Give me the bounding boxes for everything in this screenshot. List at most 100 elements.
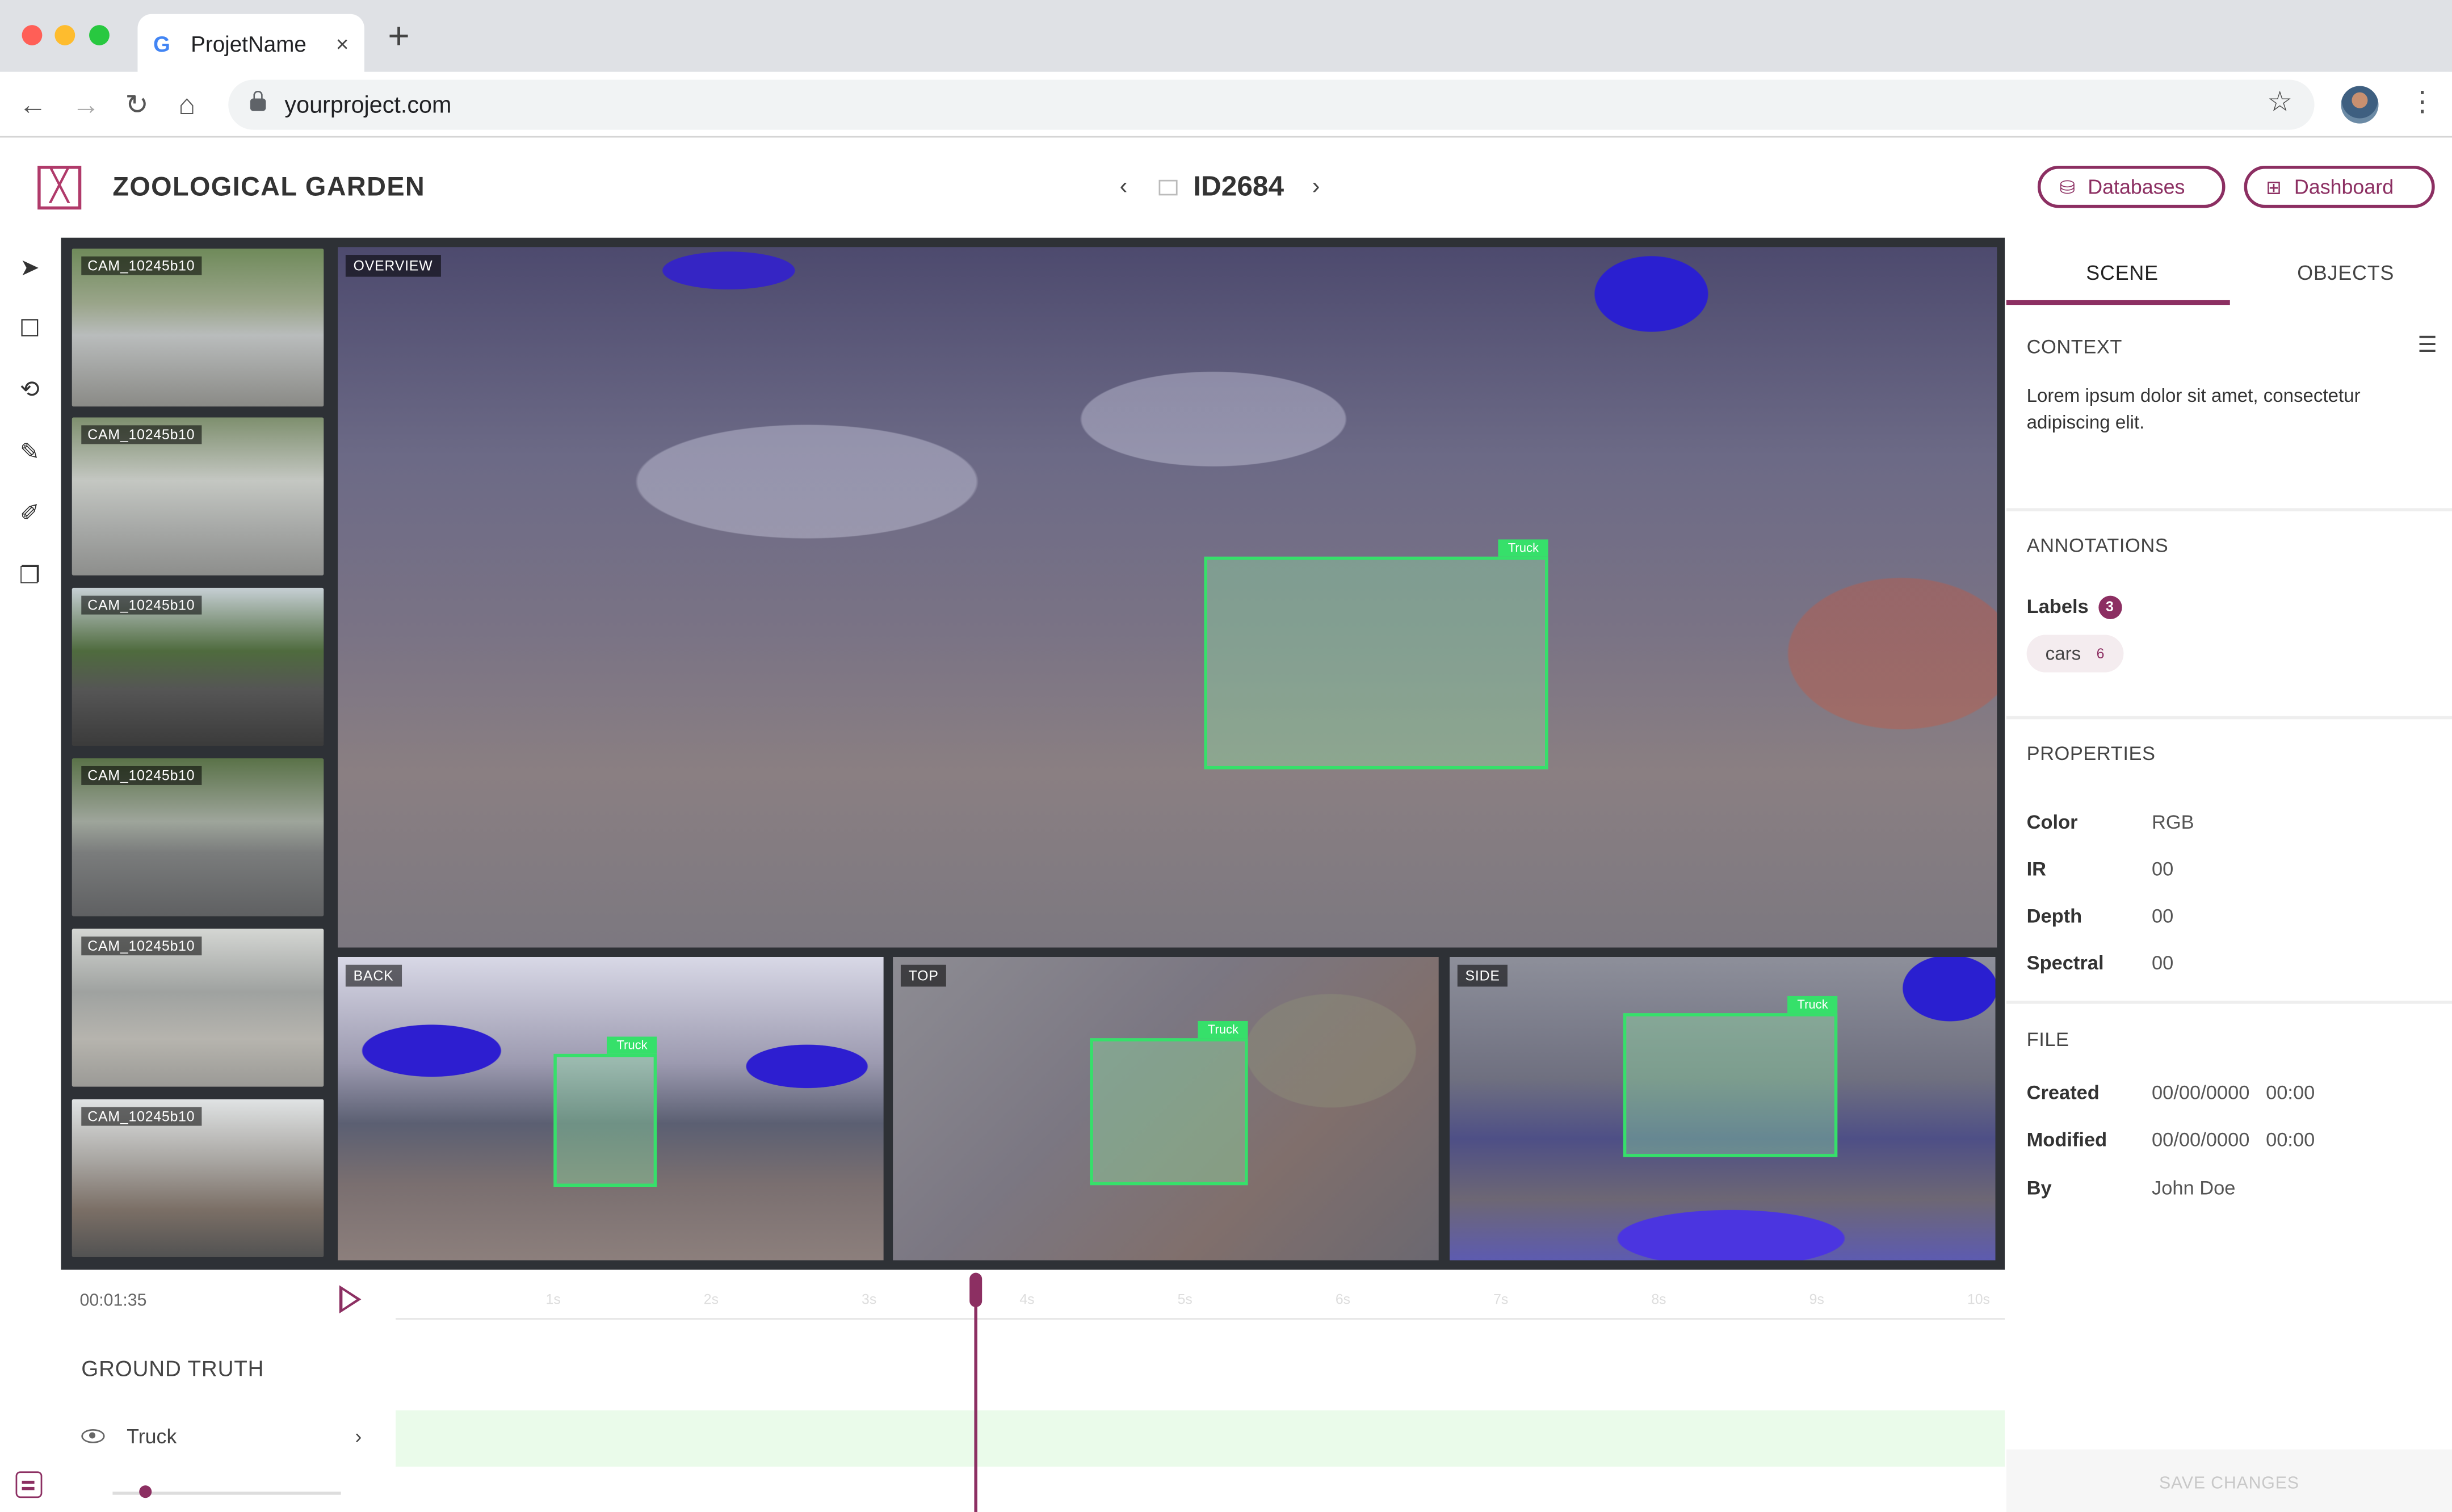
labels-count-badge: 3 xyxy=(2098,595,2122,619)
eye-icon[interactable] xyxy=(81,1429,105,1443)
overview-label: OVERVIEW xyxy=(345,255,441,277)
polyline-tool-icon[interactable]: ⟲ xyxy=(16,377,44,405)
close-window-button[interactable] xyxy=(22,25,43,45)
bbox-tag: Truck xyxy=(607,1036,657,1054)
tab-title: ProjetName xyxy=(191,30,306,56)
timeline-tick: 9s xyxy=(1809,1291,1824,1308)
reload-icon[interactable]: ↻ xyxy=(125,86,149,124)
timeline-tick: 8s xyxy=(1651,1291,1666,1308)
back-arrow-icon[interactable]: ← xyxy=(19,86,47,124)
camera-thumbnail[interactable]: CAM_10245b10 xyxy=(72,417,324,576)
top-label: TOP xyxy=(900,964,947,987)
file-key: Created xyxy=(2026,1082,2100,1104)
camera-label: CAM_10245b10 xyxy=(81,595,201,615)
tab-scene[interactable]: SCENE xyxy=(2086,261,2159,284)
annotations-heading: ANNOTATIONS xyxy=(2026,535,2169,557)
back-pane[interactable]: BACK Truck xyxy=(338,956,884,1261)
camera-thumbnail[interactable]: CAM_10245b10 xyxy=(72,249,324,407)
truck-bounding-box[interactable]: Truck xyxy=(553,1036,657,1187)
settings-sliders-icon[interactable]: ☰ xyxy=(2417,331,2437,358)
image-icon xyxy=(1158,179,1178,195)
camera-thumbnail[interactable]: CAM_10245b10 xyxy=(72,758,324,917)
minimize-window-button[interactable] xyxy=(54,25,75,45)
magic-brush-icon[interactable]: ✐ xyxy=(16,501,44,529)
side-label: SIDE xyxy=(1457,964,1508,987)
zoom-slider-handle[interactable] xyxy=(139,1485,152,1498)
browser-tab[interactable]: G ProjetName × xyxy=(137,14,364,72)
next-record-icon[interactable]: › xyxy=(1312,174,1320,200)
browser-tab-bar: G ProjetName × + xyxy=(0,0,2452,72)
url-field[interactable]: yourproject.com ☆ xyxy=(228,79,2315,130)
play-icon[interactable] xyxy=(339,1285,362,1314)
file-value: 00/00/0000 00:00 xyxy=(2152,1082,2315,1104)
zoom-window-button[interactable] xyxy=(89,25,110,45)
chevron-right-icon[interactable]: › xyxy=(355,1425,362,1448)
back-label: BACK xyxy=(345,964,402,987)
prev-record-icon[interactable]: ‹ xyxy=(1120,174,1128,200)
property-key: Spectral xyxy=(2026,952,2104,975)
chip-count: 6 xyxy=(2096,645,2105,662)
profile-avatar[interactable] xyxy=(2341,86,2379,124)
home-icon[interactable]: ⌂ xyxy=(178,86,195,124)
chip-label: cars xyxy=(2045,642,2081,665)
property-key: Depth xyxy=(2026,905,2082,927)
bookmark-star-icon[interactable]: ☆ xyxy=(2268,86,2293,119)
record-id: ID2684 xyxy=(1193,170,1284,202)
truck-bounding-box[interactable]: Truck xyxy=(1204,539,1548,770)
active-tab-indicator xyxy=(2006,300,2230,305)
playhead[interactable] xyxy=(975,1279,979,1512)
side-pane[interactable]: SIDE Truck xyxy=(1449,956,1996,1261)
select-cursor-icon[interactable]: ➤ xyxy=(16,255,44,283)
truck-bounding-box[interactable]: Truck xyxy=(1623,996,1838,1157)
app-logo-icon: ╳ xyxy=(37,166,82,210)
track-row[interactable]: Truck xyxy=(81,1425,177,1448)
camera-thumbnail[interactable]: CAM_10245b10 xyxy=(72,929,324,1087)
layers-tool-icon[interactable]: ❐ xyxy=(16,563,44,591)
timecode: 00:01:35 xyxy=(79,1291,147,1311)
camera-thumbnail[interactable]: CAM_10245b10 xyxy=(72,1099,324,1257)
viewer: CAM_10245b10 CAM_10245b10 CAM_10245b10 C… xyxy=(61,237,2005,1270)
property-value: 00 xyxy=(2152,952,2174,975)
file-heading: FILE xyxy=(2026,1028,2069,1051)
playhead-handle[interactable] xyxy=(970,1272,983,1308)
property-value: 00 xyxy=(2152,905,2174,927)
timeline-tick: 2s xyxy=(703,1291,719,1308)
overview-pane[interactable]: OVERVIEW Truck xyxy=(338,247,1997,948)
bbox-tag: Truck xyxy=(1198,1020,1248,1039)
dashboard-button[interactable]: ⊞ Dashboard xyxy=(2244,166,2435,208)
truck-track-bar[interactable] xyxy=(396,1410,2005,1467)
context-text: Lorem ipsum dolor sit amet, consectetur … xyxy=(2026,384,2361,434)
top-pane[interactable]: TOP Truck xyxy=(893,956,1439,1261)
property-value: RGB xyxy=(2152,811,2194,834)
property-value: 00 xyxy=(2152,858,2174,881)
rectangle-tool-icon[interactable]: ☐ xyxy=(16,316,44,344)
notes-icon[interactable] xyxy=(15,1471,43,1498)
close-tab-icon[interactable]: × xyxy=(336,31,349,56)
bbox-tag: Truck xyxy=(1498,539,1548,557)
timeline-tick: 6s xyxy=(1335,1291,1351,1308)
forward-arrow-icon[interactable]: → xyxy=(72,86,100,124)
dashboard-icon: ⊞ xyxy=(2266,175,2282,198)
browser-address-bar: ← → ↻ ⌂ yourproject.com ☆ ⋮ xyxy=(0,72,2452,138)
browser-menu-icon[interactable]: ⋮ xyxy=(2408,86,2437,119)
label-chip[interactable]: cars 6 xyxy=(2026,635,2123,673)
timeline-tick: 7s xyxy=(1493,1291,1509,1308)
camera-label: CAM_10245b10 xyxy=(81,256,201,275)
property-key: IR xyxy=(2026,858,2047,881)
brush-tool-icon[interactable]: ✎ xyxy=(16,439,44,468)
camera-thumbnail[interactable]: CAM_10245b10 xyxy=(72,587,324,746)
properties-heading: PROPERTIES xyxy=(2026,742,2156,765)
timeline-tick: 5s xyxy=(1177,1291,1193,1308)
save-changes-button[interactable]: SAVE CHANGES xyxy=(2006,1449,2452,1512)
track-label: Truck xyxy=(127,1424,177,1448)
truck-bounding-box[interactable]: Truck xyxy=(1090,1020,1248,1186)
labels-row: Labels 3 xyxy=(2026,595,2122,619)
tab-objects[interactable]: OBJECTS xyxy=(2297,261,2394,284)
file-value: 00/00/0000 00:00 xyxy=(2152,1129,2315,1151)
file-key: Modified xyxy=(2026,1129,2107,1151)
new-tab-button[interactable]: + xyxy=(388,18,410,56)
databases-button[interactable]: ⛁ Databases xyxy=(2037,166,2226,208)
timeline-ruler[interactable] xyxy=(396,1318,2005,1320)
labels-label: Labels xyxy=(2026,595,2089,618)
camera-label: CAM_10245b10 xyxy=(81,766,201,785)
